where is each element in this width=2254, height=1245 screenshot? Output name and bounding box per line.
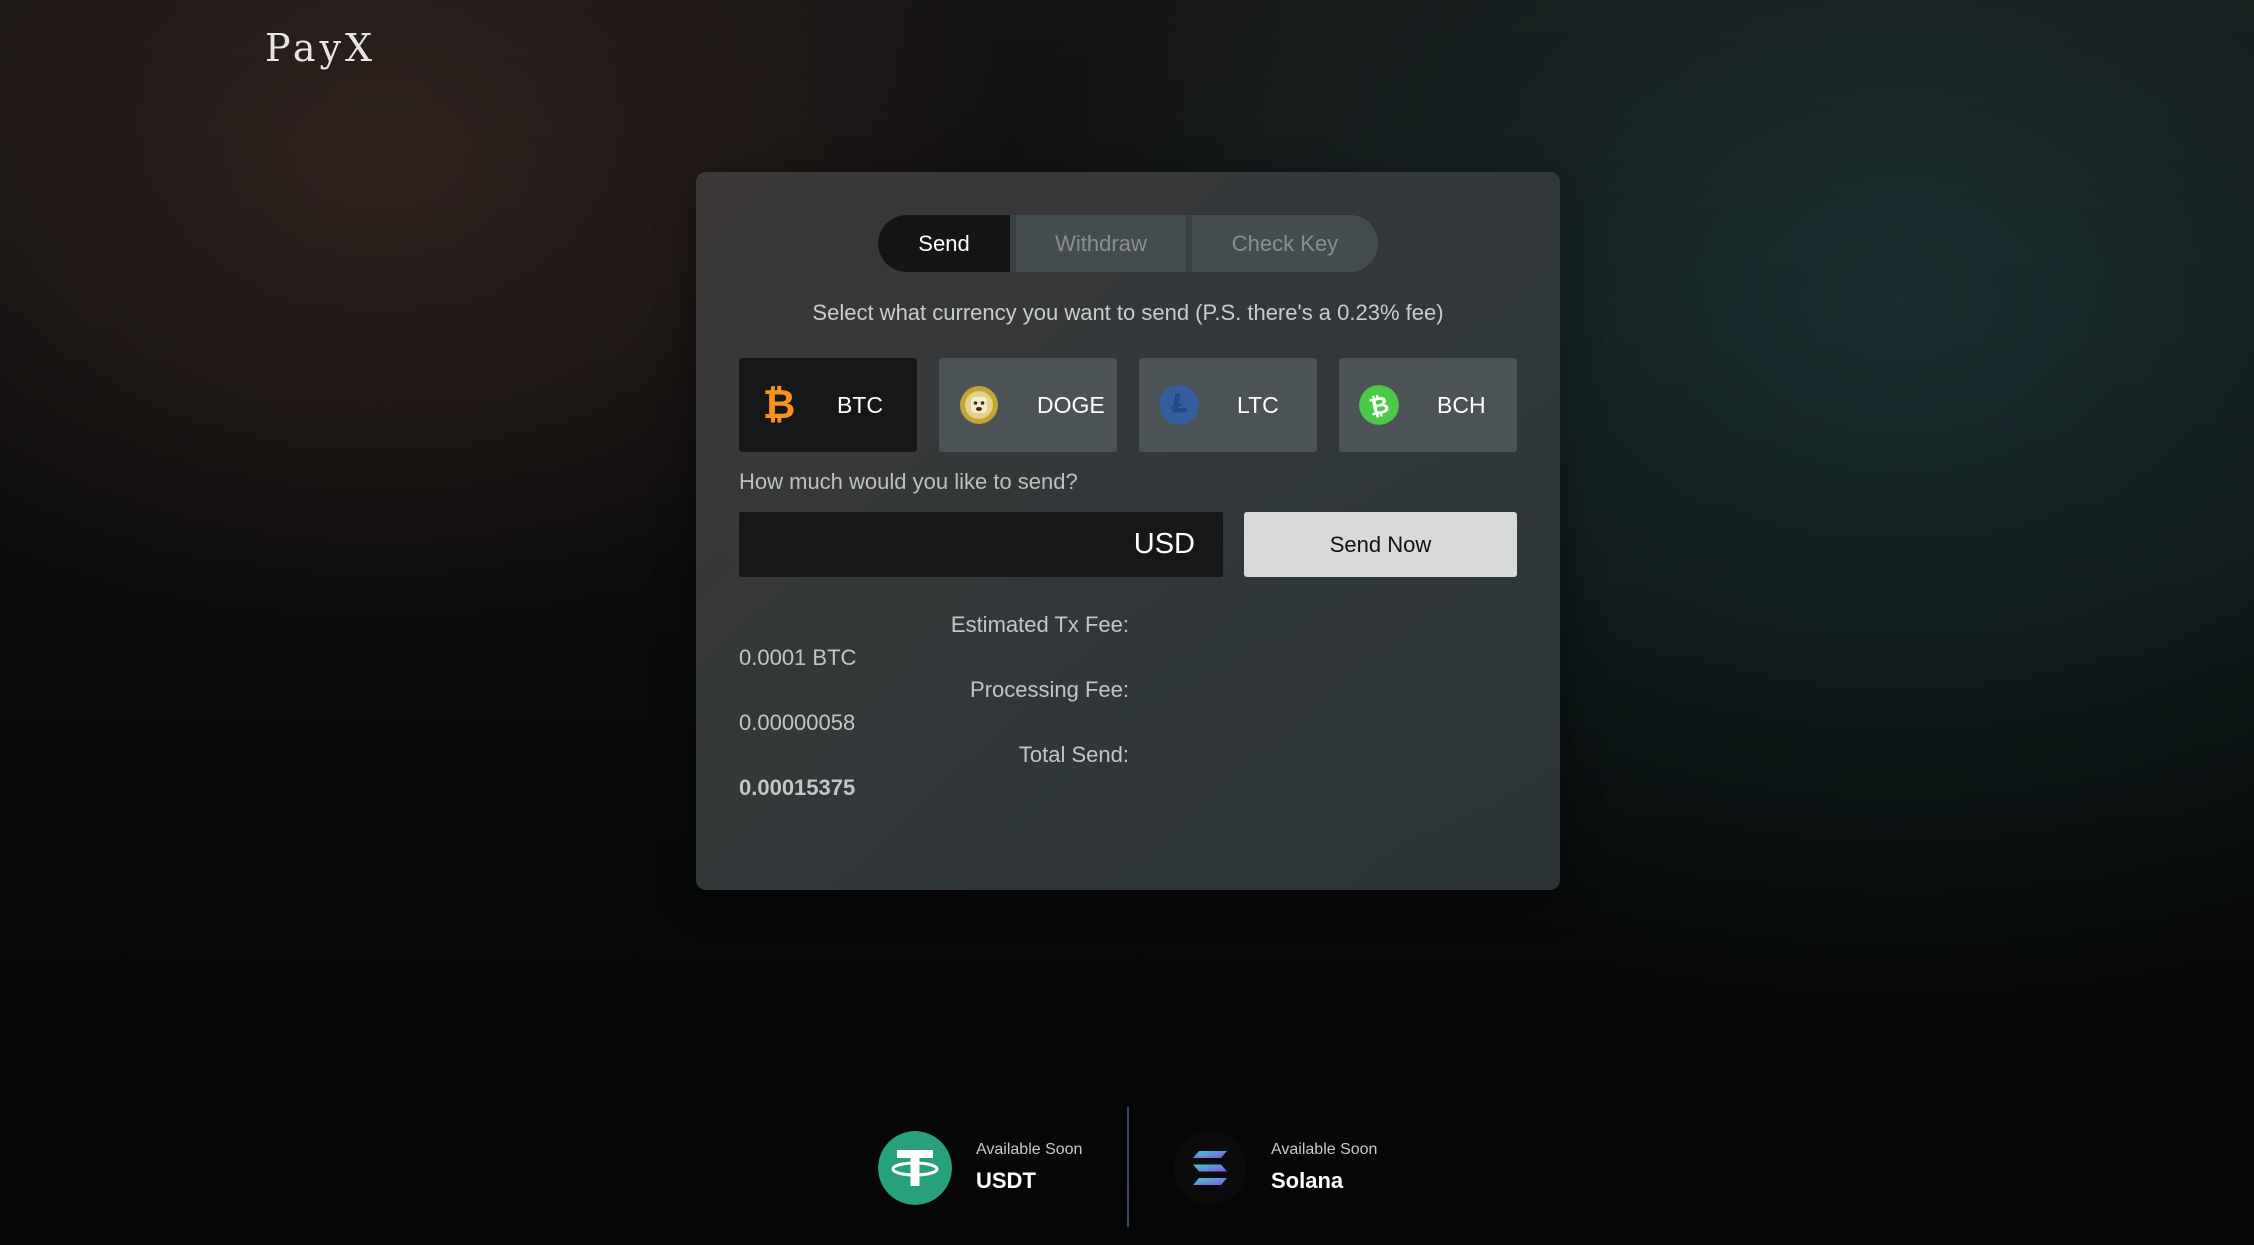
amount-input[interactable]	[739, 512, 1139, 579]
usdt-status: Available Soon	[976, 1141, 1083, 1158]
coin-option-bch[interactable]: ₿ BCH	[1339, 358, 1517, 452]
tab-bar: Send Withdraw Check Key	[878, 215, 1378, 272]
bitcoin-cash-icon: ₿	[1359, 385, 1399, 425]
tx-fee-label: Estimated Tx Fee:	[950, 612, 1129, 637]
total-send-label: Total Send:	[1018, 742, 1129, 767]
coin-label: LTC	[1237, 392, 1279, 418]
solana-icon	[1173, 1131, 1247, 1205]
payx-logo[interactable]: PayX	[265, 26, 376, 70]
amount-field: USD	[739, 512, 1223, 579]
tx-fee-value: 0.0001 BTC	[739, 645, 857, 670]
tab-withdraw[interactable]: Withdraw	[1016, 215, 1186, 272]
coin-label: BCH	[1437, 392, 1486, 418]
coin-option-doge[interactable]: DOGE	[939, 358, 1117, 452]
send-panel: Send Withdraw Check Key Select what curr…	[696, 172, 1560, 890]
processing-fee-label: Processing Fee:	[970, 677, 1129, 702]
dogecoin-icon	[960, 386, 998, 424]
coin-option-ltc[interactable]: LTC	[1139, 358, 1317, 452]
coin-label: DOGE	[1037, 392, 1105, 418]
tab-send[interactable]: Send	[878, 215, 1010, 272]
currency-selector: ₿ BTC DOGE LTC ₿ BCH	[739, 358, 1517, 452]
solana-status: Available Soon	[1271, 1141, 1378, 1158]
coin-label: BTC	[837, 392, 883, 418]
bitcoin-icon: ₿	[763, 385, 796, 425]
total-send-value: 0.00015375	[739, 775, 856, 800]
processing-fee-value: 0.00000058	[739, 710, 856, 735]
coin-option-btc[interactable]: ₿ BTC	[739, 358, 917, 452]
currency-unit-label: USD	[1133, 528, 1195, 560]
solana-name: Solana	[1271, 1168, 1344, 1193]
litecoin-icon	[1159, 385, 1199, 425]
tab-check-key[interactable]: Check Key	[1192, 215, 1378, 272]
tether-icon	[878, 1131, 952, 1205]
svg-text:₿: ₿	[763, 385, 796, 425]
currency-instructions: Select what currency you want to send (P…	[812, 300, 1444, 325]
usdt-name: USDT	[976, 1168, 1036, 1193]
coming-soon-bar: Available Soon USDT Available Soon Solan…	[878, 1107, 1398, 1229]
send-now-button[interactable]: Send Now	[1244, 512, 1517, 577]
amount-prompt: How much would you like to send?	[739, 469, 1078, 494]
divider	[1127, 1107, 1129, 1227]
